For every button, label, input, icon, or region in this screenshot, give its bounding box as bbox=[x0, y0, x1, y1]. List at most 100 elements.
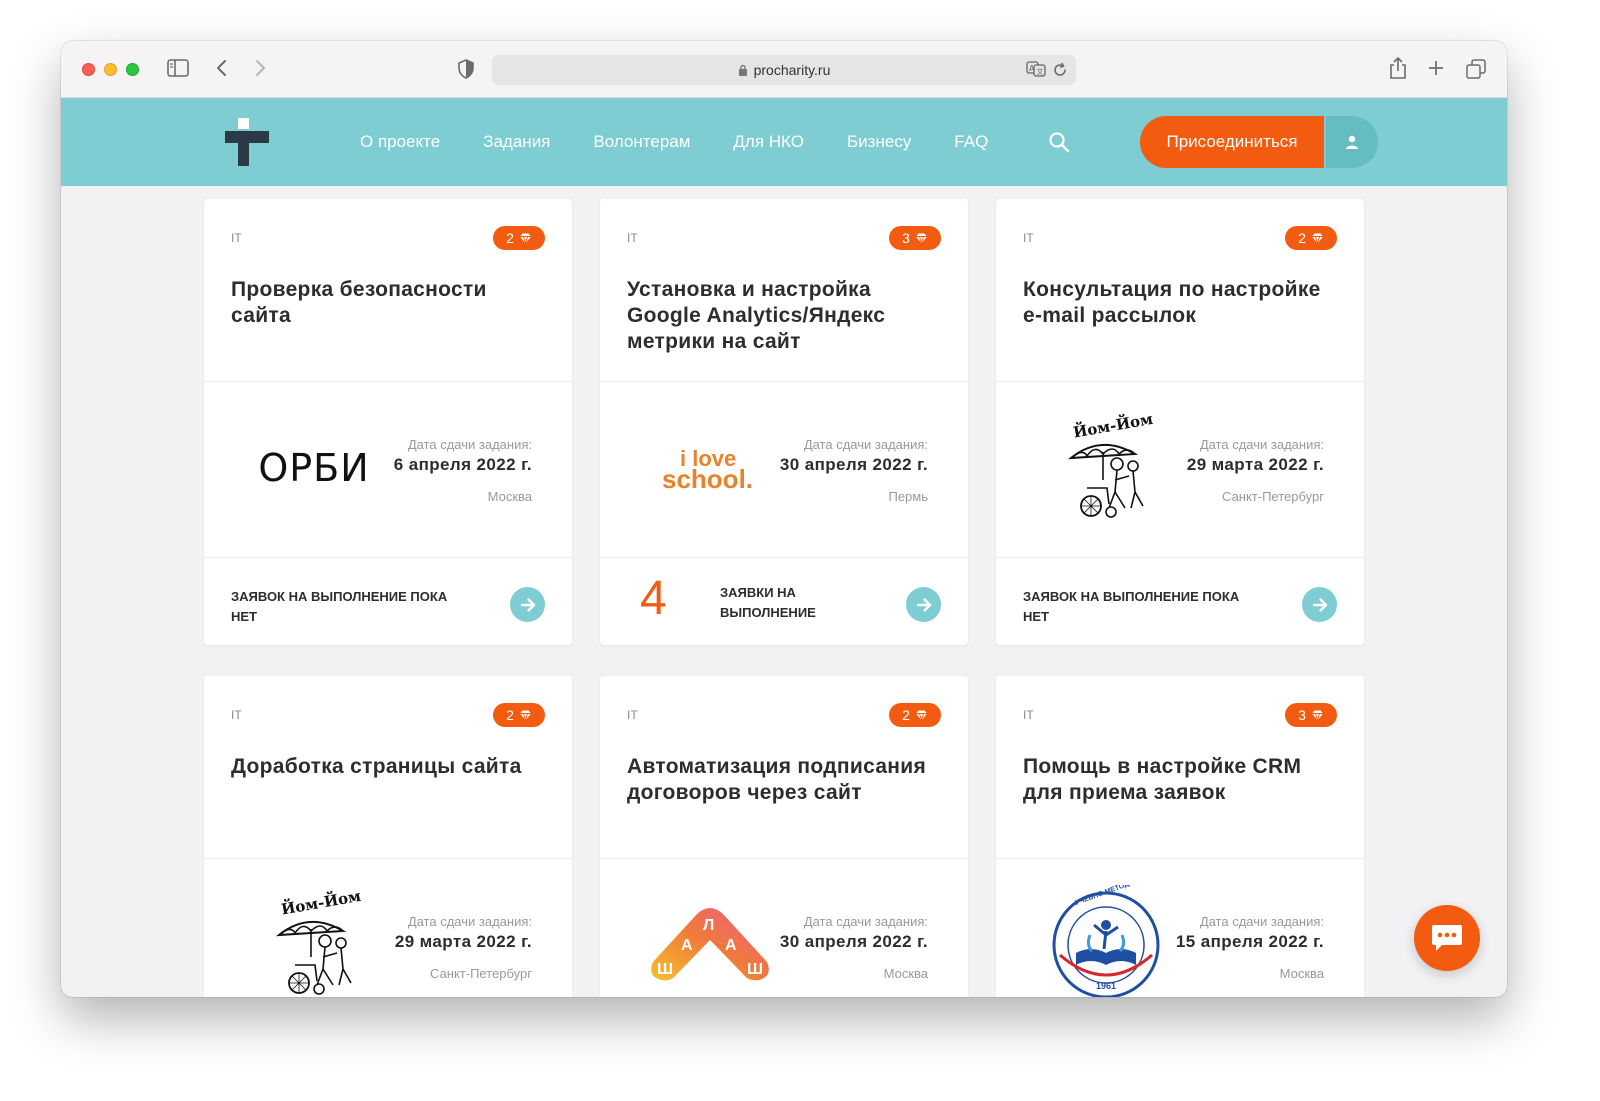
svg-text:Ш: Ш bbox=[657, 961, 673, 978]
card-details: ОРБИ Дата сдачи задания: 6 апреля 2022 г… bbox=[204, 383, 572, 558]
svg-text:Йом-Йом: Йом-Йом bbox=[1072, 409, 1155, 442]
task-title[interactable]: Консультация по настройке e-mail рассыло… bbox=[1023, 277, 1343, 329]
points-value: 2 bbox=[506, 707, 514, 723]
task-card[interactable]: IT 2 Консультация по настройке e-mail ра… bbox=[996, 199, 1364, 645]
task-card[interactable]: IT 2 Проверка безопасности сайта ОРБИ Да… bbox=[204, 199, 572, 645]
points-value: 3 bbox=[902, 230, 910, 246]
privacy-shield-icon[interactable] bbox=[455, 58, 477, 80]
minimize-window-button[interactable] bbox=[104, 63, 117, 76]
orbi-logo-text: ОРБИ bbox=[258, 446, 370, 490]
tab-overview-icon[interactable] bbox=[1465, 58, 1487, 80]
chat-button[interactable] bbox=[1414, 905, 1480, 971]
applications-status: ЗАЯВОК НА ВЫПОЛНЕНИЕ ПОКА НЕТ bbox=[1023, 589, 1240, 624]
city: Москва bbox=[883, 966, 928, 981]
nav-volunteers[interactable]: Волонтерам bbox=[593, 132, 690, 152]
card-header: IT 2 Автоматизация подписания договоров … bbox=[600, 676, 968, 859]
points-badge: 3 bbox=[889, 226, 941, 250]
nav-nko[interactable]: Для НКО bbox=[733, 132, 804, 152]
svg-text:УЧЕБНО-МЕТОДИЧЕСКИЙ: УЧЕБНО-МЕТОДИЧЕСКИЙ bbox=[1074, 885, 1162, 907]
nav-faq[interactable]: FAQ bbox=[954, 132, 988, 152]
procharity-logo-icon[interactable] bbox=[225, 118, 269, 166]
join-button[interactable]: Присоединиться bbox=[1140, 116, 1324, 168]
nav-tasks[interactable]: Задания bbox=[483, 132, 550, 152]
translate-icon[interactable]: A文 bbox=[1026, 61, 1046, 79]
user-icon bbox=[1346, 135, 1358, 149]
ilove-school-logo: i love school. bbox=[662, 446, 753, 494]
forward-arrow-icon[interactable] bbox=[249, 57, 271, 79]
points-value: 2 bbox=[902, 707, 910, 723]
reload-icon[interactable] bbox=[1052, 62, 1068, 78]
due-date-label: Дата сдачи задания: bbox=[407, 914, 532, 929]
diamond-icon bbox=[519, 233, 531, 244]
url-text: procharity.ru bbox=[753, 62, 831, 78]
city: Пермь bbox=[888, 489, 928, 504]
join-group: Присоединиться bbox=[1140, 116, 1378, 168]
task-title[interactable]: Доработка страницы сайта bbox=[231, 754, 551, 780]
card-header: IT 3 Помощь в настройке CRM для приема з… bbox=[996, 676, 1364, 859]
task-card[interactable]: IT 2 Доработка страницы сайта Йом-Йом Да… bbox=[204, 676, 572, 997]
card-header: IT 2 Доработка страницы сайта bbox=[204, 676, 572, 859]
org-logo: Йом-Йом bbox=[1036, 403, 1176, 533]
applications-count-label: ЗАЯВКИ НА ВЫПОЛНЕНИЕ bbox=[720, 585, 816, 620]
due-date: 29 марта 2022 г. bbox=[1186, 455, 1324, 474]
new-tab-plus-icon[interactable] bbox=[1425, 57, 1447, 79]
due-date: 30 апреля 2022 г. bbox=[779, 455, 928, 474]
points-value: 2 bbox=[1298, 230, 1306, 246]
open-task-button[interactable] bbox=[510, 587, 545, 622]
svg-text:文: 文 bbox=[1037, 67, 1044, 76]
site-header: О проекте Задания Волонтерам Для НКО Биз… bbox=[61, 98, 1507, 186]
task-card[interactable]: IT 2 Автоматизация подписания договоров … bbox=[600, 676, 968, 997]
points-badge: 2 bbox=[493, 226, 545, 250]
due-date: 30 апреля 2022 г. bbox=[779, 932, 928, 951]
city: Москва bbox=[1279, 966, 1324, 981]
card-category: IT bbox=[1023, 231, 1034, 245]
zoom-window-button[interactable] bbox=[126, 63, 139, 76]
task-title[interactable]: Помощь в настройке CRM для приема заявок bbox=[1023, 754, 1343, 806]
diamond-icon bbox=[1311, 233, 1323, 244]
share-icon[interactable] bbox=[1387, 56, 1409, 80]
arrow-right-icon bbox=[520, 597, 535, 612]
task-card[interactable]: IT 3 Установка и настройка Google Analyt… bbox=[600, 199, 968, 645]
due-date-label: Дата сдачи задания: bbox=[407, 437, 532, 452]
svg-text:А: А bbox=[725, 937, 737, 954]
search-icon[interactable] bbox=[1048, 131, 1070, 153]
task-title[interactable]: Автоматизация подписания договоров через… bbox=[627, 754, 947, 806]
city: Москва bbox=[487, 489, 532, 504]
org-logo: Ш А Л А Ш bbox=[640, 880, 780, 997]
close-window-button[interactable] bbox=[82, 63, 95, 76]
open-task-button[interactable] bbox=[1302, 587, 1337, 622]
user-profile-button[interactable] bbox=[1324, 116, 1378, 168]
card-header: IT 3 Установка и настройка Google Analyt… bbox=[600, 199, 968, 382]
back-arrow-icon[interactable] bbox=[211, 57, 233, 79]
card-details: i love school. Дата сдачи задания: 30 ап… bbox=[600, 383, 968, 558]
city: Санкт-Петербург bbox=[430, 966, 532, 981]
card-category: IT bbox=[627, 231, 638, 245]
open-task-button[interactable] bbox=[906, 587, 941, 622]
address-bar[interactable]: procharity.ru A文 bbox=[492, 55, 1076, 85]
diamond-icon bbox=[519, 710, 531, 721]
org-logo: i love school. bbox=[640, 403, 780, 533]
svg-text:Ш: Ш bbox=[747, 961, 763, 978]
svg-text:Л: Л bbox=[703, 917, 714, 934]
nav-about[interactable]: О проекте bbox=[360, 132, 440, 152]
task-title[interactable]: Установка и настройка Google Analytics/Я… bbox=[627, 277, 947, 355]
yom-yom-logo: Йом-Йом bbox=[275, 886, 363, 995]
sidebar-toggle-icon[interactable] bbox=[167, 59, 189, 77]
svg-text:Йом-Йом: Йом-Йом bbox=[280, 886, 363, 919]
due-date-label: Дата сдачи задания: bbox=[1199, 437, 1324, 452]
card-details: Ш А Л А Ш Дата сдачи задания: 30 апреля … bbox=[600, 860, 968, 997]
nav-business[interactable]: Бизнесу bbox=[847, 132, 911, 152]
card-header: IT 2 Проверка безопасности сайта bbox=[204, 199, 572, 382]
svg-text:1961: 1961 bbox=[1096, 981, 1116, 991]
svg-text:school.: school. bbox=[662, 464, 753, 494]
task-title[interactable]: Проверка безопасности сайта bbox=[231, 277, 551, 329]
task-card[interactable]: IT 3 Помощь в настройке CRM для приема з… bbox=[996, 676, 1364, 997]
arrow-right-icon bbox=[916, 597, 931, 612]
org-logo: ОРБИ bbox=[244, 403, 384, 533]
due-date-label: Дата сдачи задания: bbox=[1199, 914, 1324, 929]
due-date-label: Дата сдачи задания: bbox=[803, 437, 928, 452]
points-value: 2 bbox=[506, 230, 514, 246]
points-value: 3 bbox=[1298, 707, 1306, 723]
browser-window: procharity.ru A文 О проекте Задания Волон… bbox=[61, 41, 1507, 997]
points-badge: 2 bbox=[493, 703, 545, 727]
